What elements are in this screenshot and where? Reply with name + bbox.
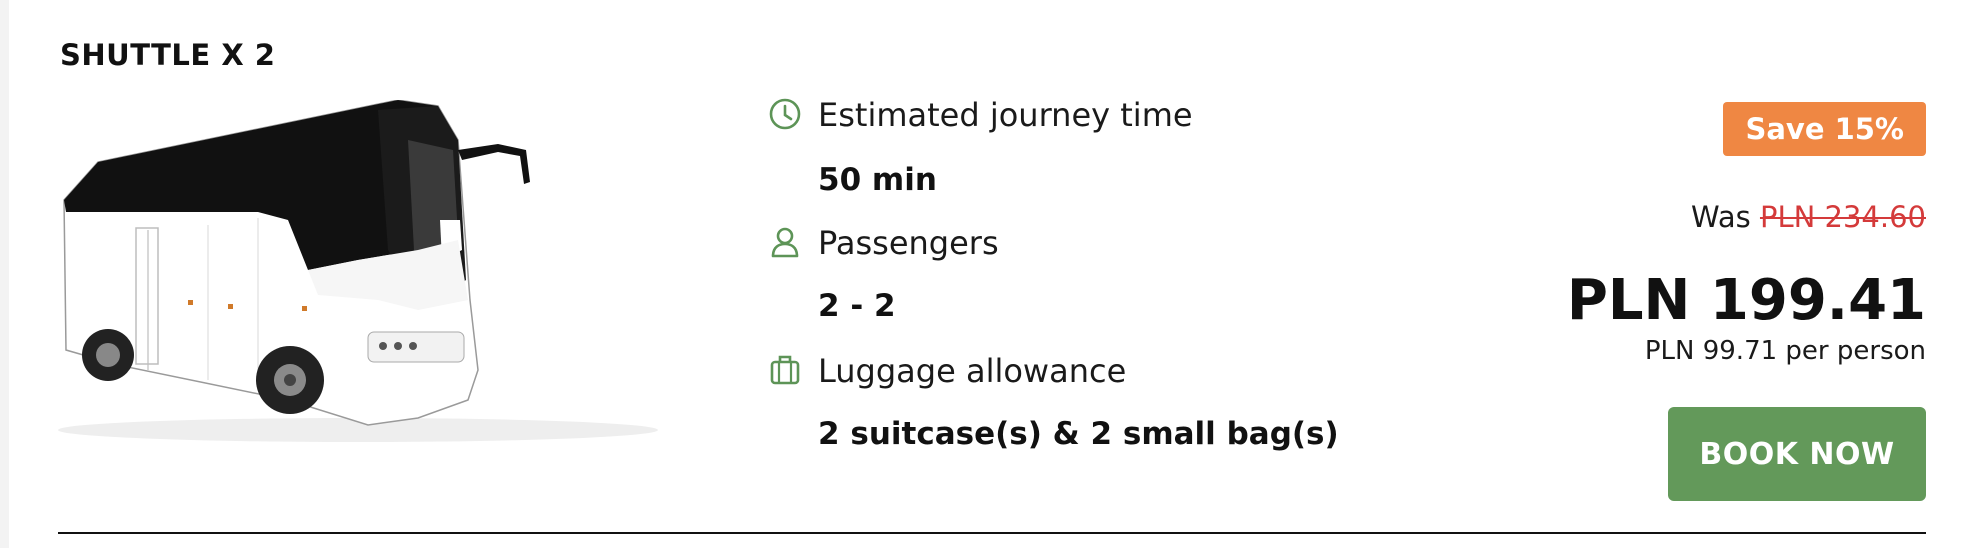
passengers-row: Passengers [768,224,999,262]
bus-image [58,100,658,442]
book-now-button[interactable]: BOOK NOW [1668,407,1926,501]
luggage-icon [768,353,804,389]
was-prefix: Was [1691,200,1751,234]
luggage-label: Luggage allowance [818,352,1127,390]
journey-time-label: Estimated journey time [818,96,1193,134]
total-price: PLN 199.41 [1566,268,1926,333]
clock-icon [768,97,804,133]
was-price-line: Was PLN 234.60 [1691,200,1926,234]
luggage-row: Luggage allowance [768,352,1126,390]
luggage-value: 2 suitcase(s) & 2 small bag(s) [818,416,1339,452]
original-price: PLN 234.60 [1759,200,1926,234]
save-badge: Save 15% [1723,102,1926,156]
journey-time-value: 50 min [818,162,937,198]
journey-time-row: Estimated journey time [768,96,1193,134]
vehicle-title: SHUTTLE X 2 [60,38,276,72]
passengers-value: 2 - 2 [818,288,896,324]
per-person-price: PLN 99.71 per person [1644,336,1926,366]
passengers-label: Passengers [818,224,999,262]
person-icon [768,225,804,261]
card-divider [58,532,1926,534]
left-edge [0,0,9,548]
